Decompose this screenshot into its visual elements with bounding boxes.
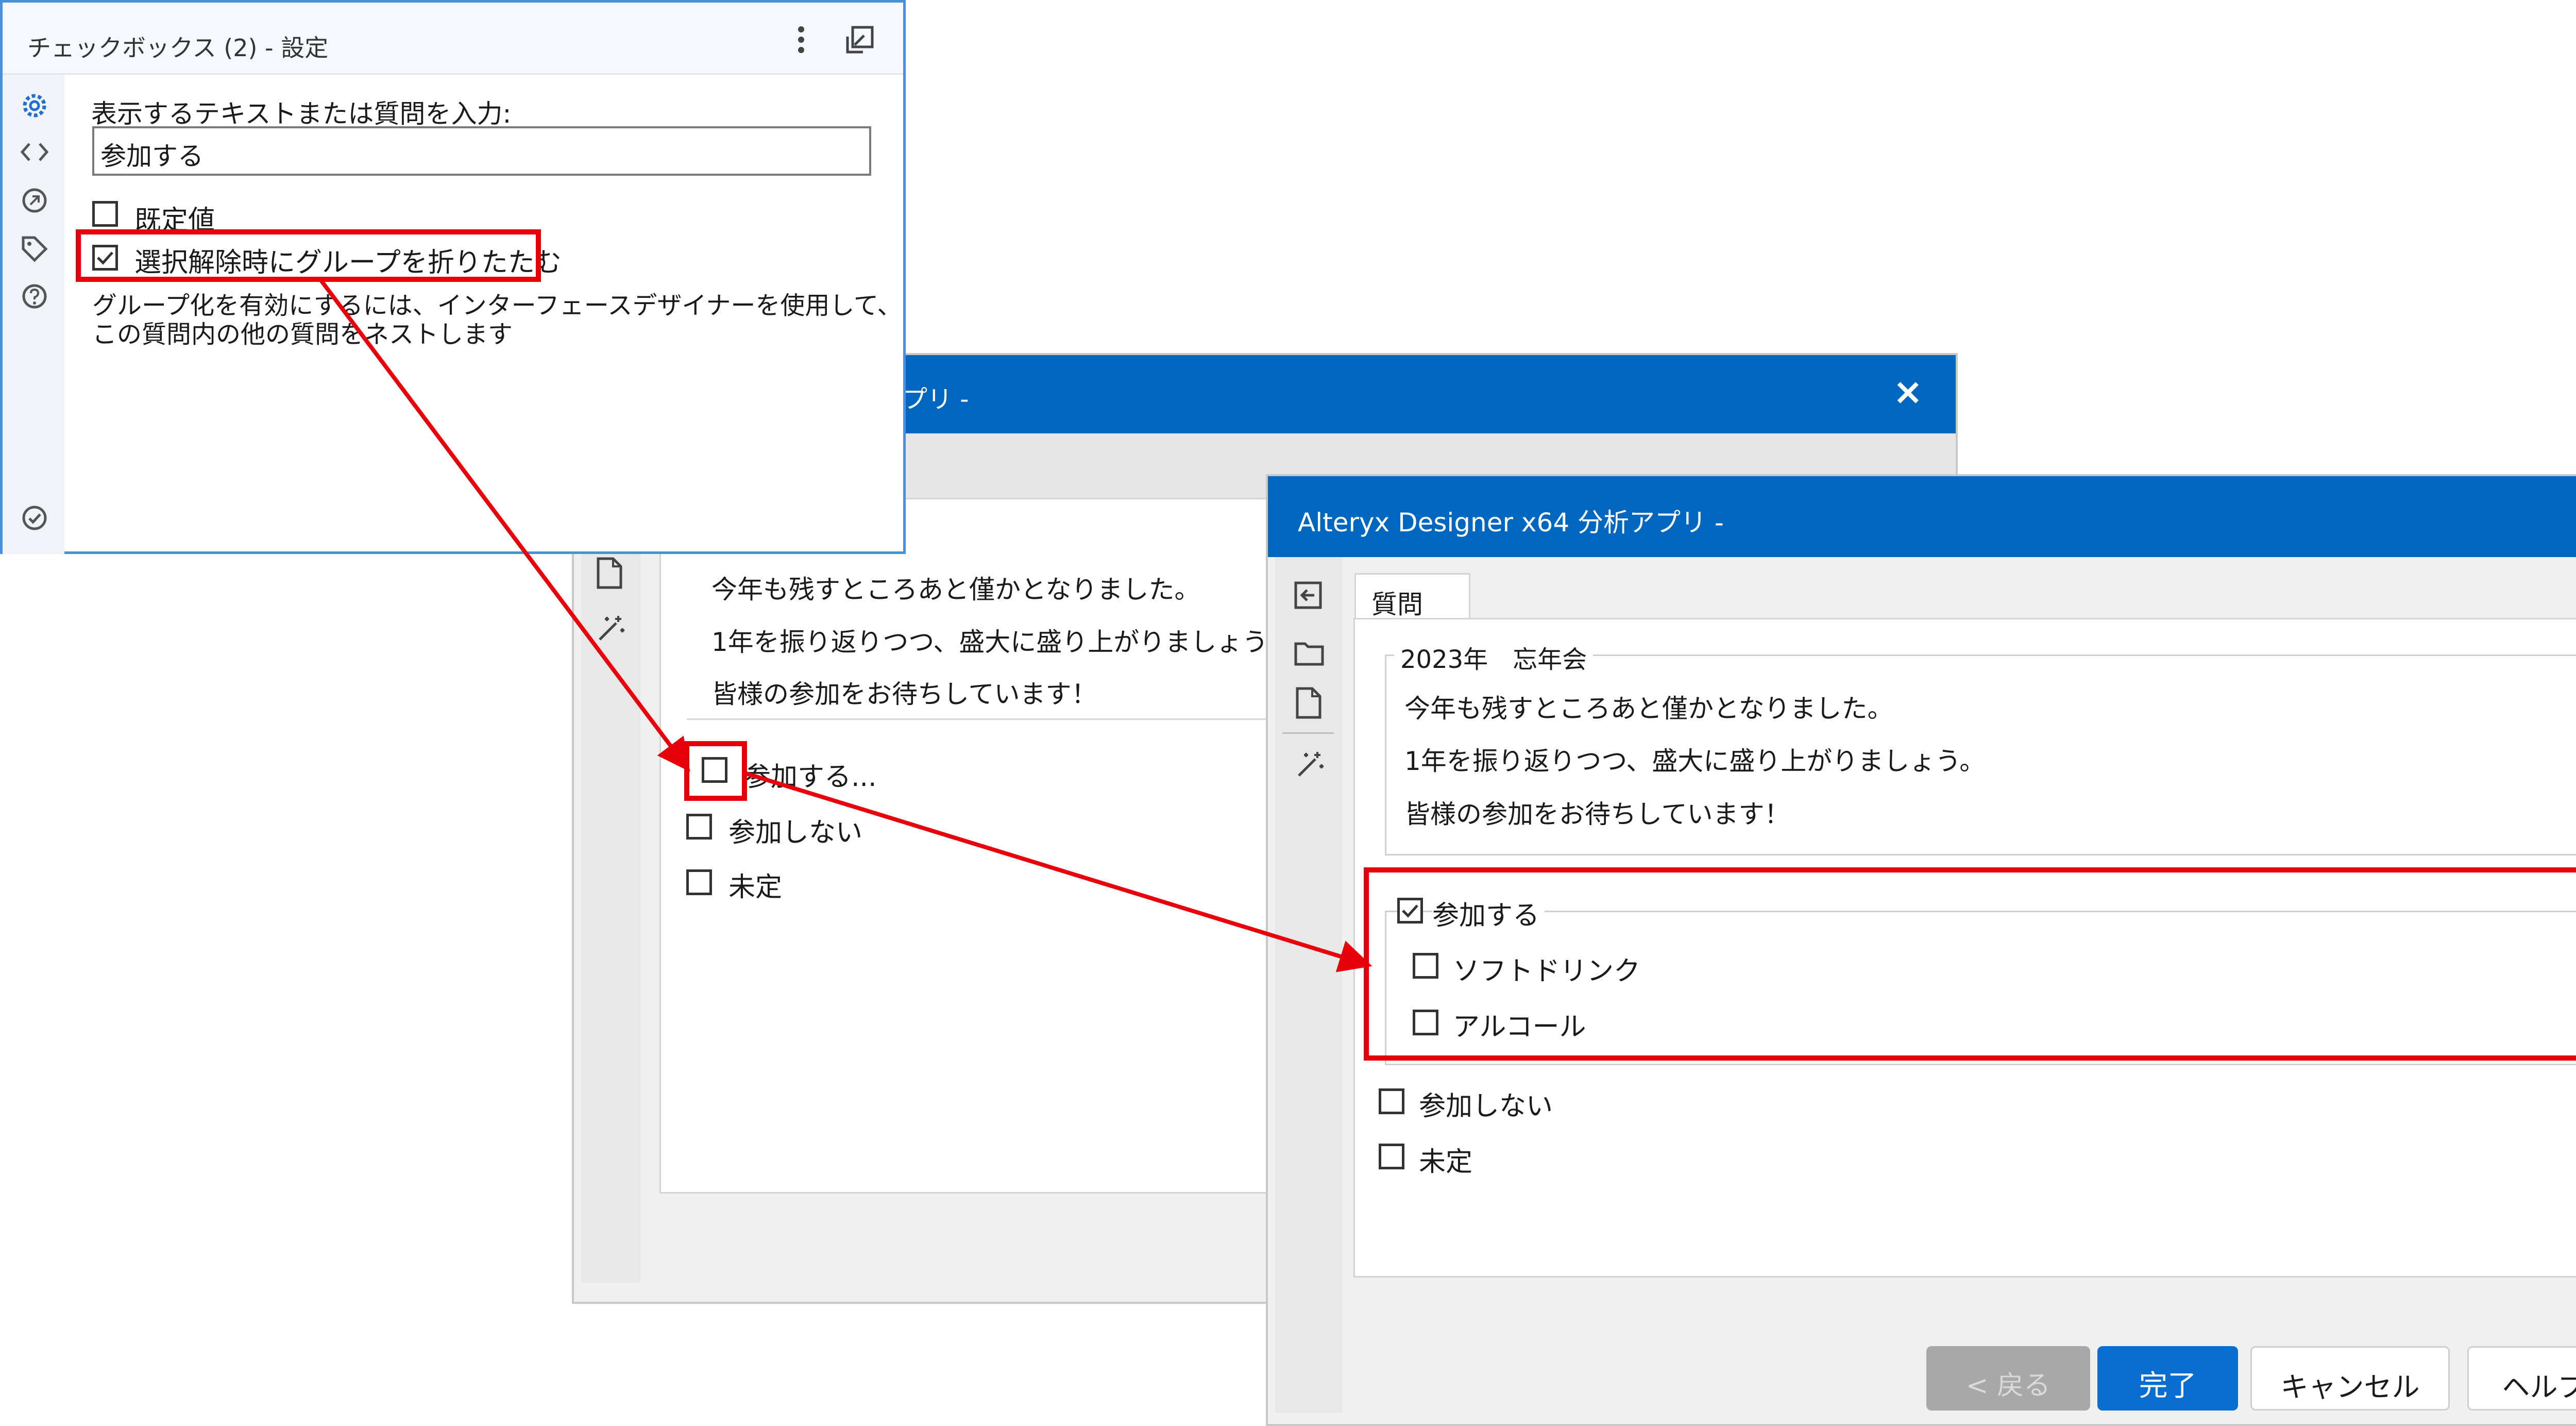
help-button[interactable]: ヘルプ [2467,1346,2576,1411]
attend-checkbox[interactable] [1397,898,1423,924]
group-title: 2023年 忘年会 [1394,639,1594,675]
middle-not-attend-label: 参加しない [728,817,863,848]
default-value-checkbox[interactable] [92,201,118,227]
tag-icon[interactable] [21,236,48,262]
gear-icon[interactable] [20,91,49,120]
middle-close-icon[interactable]: × [1893,371,1923,413]
tab-questions[interactable]: 質問 [1354,573,1470,619]
prompt-input-value: 参加する [100,141,204,171]
middle-attend-label: 参加する... [744,762,877,793]
middle-app-sidebar [581,541,640,1283]
middle-message-line-3: 皆様の参加をお待ちしています！ [711,679,1097,709]
back-button-label: < 戻る [1965,1370,2051,1401]
document-icon[interactable] [596,556,623,590]
middle-message-line-2: 1年を振り返りつつ、盛大に盛り上がりましょう。 [711,627,1293,657]
undecided-label: 未定 [1419,1147,1473,1178]
alcohol-checkbox[interactable] [1413,1010,1438,1035]
cancel-button[interactable]: キャンセル [2250,1346,2450,1411]
more-options-icon[interactable] [796,25,806,54]
middle-undecided-label: 未定 [728,872,783,903]
front-message-line-3: 皆様の参加をお待ちしています！ [1404,799,1790,829]
back-button[interactable]: < 戻る [1926,1346,2090,1411]
magic-wand-icon[interactable] [1295,749,1326,780]
config-panel-header: チェックボックス (2) - 設定 [3,3,903,75]
alcohol-label: アルコール [1453,1012,1586,1043]
collapse-group-label: 選択解除時にグループを折りたたむ [134,247,562,278]
front-message-line-2: 1年を振り返りつつ、盛大に盛り上がりましょう。 [1404,746,1986,776]
back-panel-icon[interactable] [1294,581,1323,610]
cancel-button-label: キャンセル [2280,1371,2420,1403]
code-icon[interactable] [20,141,49,163]
help-icon[interactable] [21,283,48,310]
finish-button-label: 完了 [2139,1369,2197,1403]
prompt-label: 表示するテキストまたは質問を入力: [91,99,512,129]
sidebar-divider [1282,732,1334,734]
magic-wand-icon[interactable] [596,613,626,644]
arrow-circle-icon[interactable] [21,187,48,214]
undecided-checkbox[interactable] [1379,1144,1404,1169]
not-attend-label: 参加しない [1419,1091,1553,1122]
document-icon[interactable] [1295,686,1323,720]
middle-attend-checkbox[interactable] [702,757,727,783]
front-message-line-1: 今年も残すところあと僅かとなりました。 [1404,694,1893,724]
not-attend-checkbox[interactable] [1379,1088,1404,1114]
soft-drink-checkbox[interactable] [1413,953,1438,979]
undock-icon[interactable] [845,25,874,54]
finish-button[interactable]: 完了 [2097,1346,2238,1411]
front-app-window: Alteryx Designer x64 分析アプリ - × 質問 2023年 … [1266,474,2576,1426]
collapse-group-checkbox[interactable] [92,245,118,271]
help-text-line-2: この質問内の他の質問をネストします [92,320,513,349]
attend-label: 参加する [1432,894,1545,932]
middle-not-attend-checkbox[interactable] [686,814,712,840]
soft-drink-label: ソフトドリンク [1453,956,1641,987]
front-app-titlebar: Alteryx Designer x64 分析アプリ - × [1268,476,2576,557]
front-app-content: 2023年 忘年会 今年も残すところあと僅かとなりました。 1年を振り返りつつ、… [1353,618,2576,1278]
middle-message-line-1: 今年も残すところあと僅かとなりました。 [711,575,1200,605]
config-panel-icon-rail [3,75,64,554]
config-panel-title: チェックボックス (2) - 設定 [27,34,329,62]
folder-icon[interactable] [1294,640,1325,666]
front-app-title: Alteryx Designer x64 分析アプリ - [1298,508,1724,538]
default-value-label: 既定値 [134,205,215,236]
help-button-label: ヘルプ [2502,1371,2576,1403]
middle-undecided-checkbox[interactable] [686,869,712,895]
check-circle-icon[interactable] [21,505,48,531]
prompt-input[interactable]: 参加する [92,126,871,176]
tab-questions-label: 質問 [1371,590,1423,619]
config-panel: チェックボックス (2) - 設定 表示するテキストまたは質問を入力: 参加する [0,0,906,554]
front-app-sidebar [1275,557,1342,1413]
